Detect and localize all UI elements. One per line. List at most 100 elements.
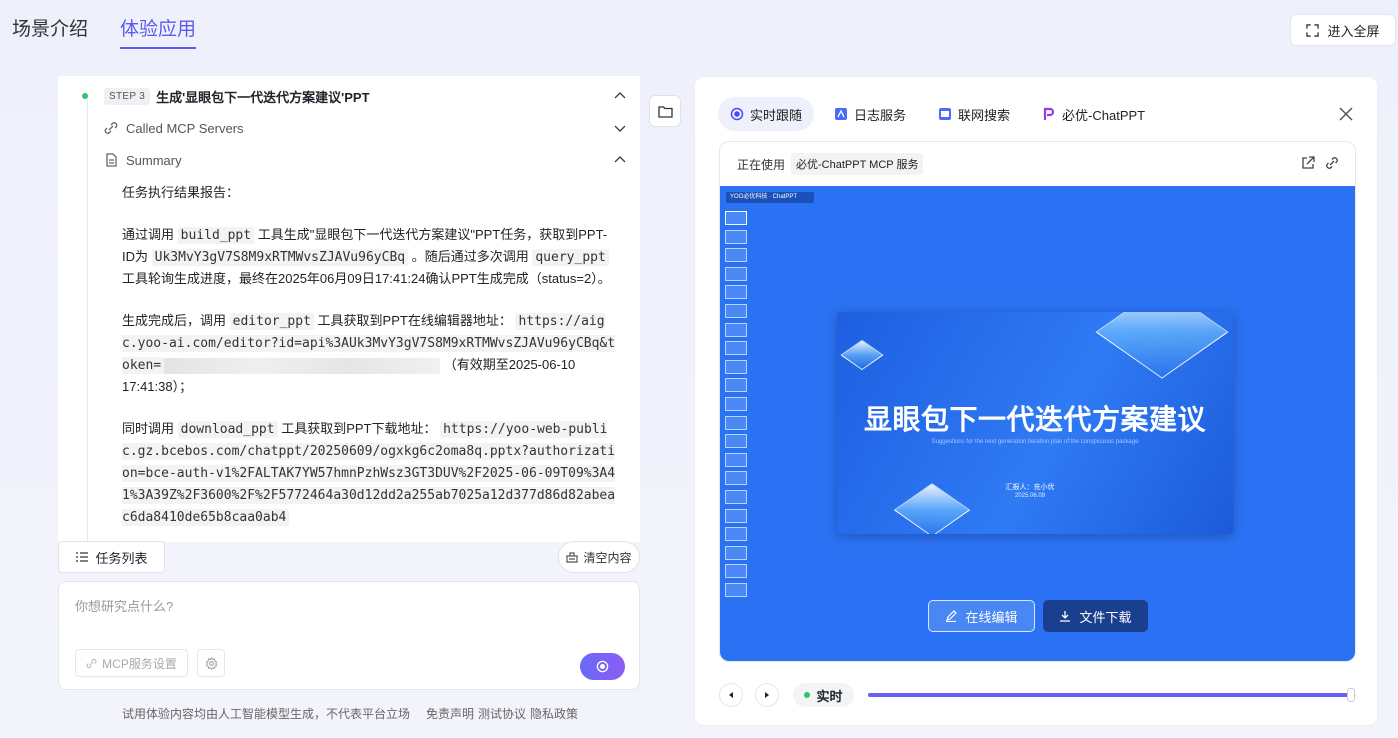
tab-label: 实时跟随: [750, 107, 803, 123]
external-link-icon[interactable]: [1301, 156, 1315, 170]
tab-label: 日志服务: [854, 107, 907, 123]
called-mcp-servers-row[interactable]: Called MCP Servers: [104, 118, 627, 138]
next-button[interactable]: [755, 683, 779, 707]
chevron-up-icon[interactable]: [613, 153, 627, 167]
link-plug-icon: [104, 122, 118, 134]
timeline-line: [87, 98, 88, 542]
prev-button[interactable]: [719, 683, 743, 707]
slide-thumbnail[interactable]: [725, 248, 747, 263]
summary-paragraph-1: 通过调用 build_ppt 工具生成"显眼包下一代迭代方案建议"PPT任务，获…: [122, 224, 620, 289]
fullscreen-icon: [1306, 23, 1320, 37]
live-badge[interactable]: 实时: [793, 683, 854, 707]
code-editor-ppt: editor_ppt: [229, 313, 314, 330]
document-icon: [106, 153, 117, 167]
step-header[interactable]: STEP 3 生成'显眼包下一代迭代方案建议'PPT: [82, 86, 627, 106]
ppt-viewer: 正在使用 必优-ChatPPT MCP 服务 YOO必优科技 · ChatPPT…: [719, 141, 1356, 662]
stop-circle-icon: [596, 660, 609, 673]
clear-content-label: 清空内容: [583, 550, 632, 565]
code-ppt-id: Uk3MvY3gV7S8M9xRTMWvsZJAVu96yCBq: [151, 249, 409, 266]
slide-thumbnail[interactable]: [725, 434, 747, 449]
link-plug-icon: [86, 658, 97, 668]
tab-log-service[interactable]: 日志服务: [822, 97, 918, 131]
slide-reporter: 汇报人：充小优: [1005, 484, 1055, 491]
online-edit-label: 在线编辑: [965, 609, 1018, 625]
text: 通过调用: [122, 227, 175, 242]
settings-button[interactable]: [197, 649, 225, 677]
slide-thumbnail[interactable]: [725, 527, 747, 542]
chevron-up-icon[interactable]: [613, 89, 627, 103]
tab-label: 联网搜索: [958, 107, 1011, 123]
slide-thumbnail[interactable]: [725, 303, 747, 318]
live-dot: [804, 692, 811, 698]
code-query-ppt: query_ppt: [532, 249, 609, 266]
viewer-actions: [1301, 156, 1339, 170]
folder-button[interactable]: [649, 95, 681, 127]
progress-fill: [868, 693, 1352, 697]
fullscreen-button[interactable]: 进入全屏: [1290, 14, 1396, 46]
slide-thumbnail[interactable]: [725, 471, 747, 486]
slide-thumbnail[interactable]: [725, 508, 747, 523]
send-button[interactable]: [580, 653, 625, 680]
text: 工具获取到PPT下载地址：: [281, 421, 437, 436]
pencil-icon: [946, 610, 958, 622]
online-edit-button[interactable]: 在线编辑: [928, 600, 1035, 632]
masked-token: [164, 357, 441, 374]
conversation-panel[interactable]: STEP 3 生成'显眼包下一代迭代方案建议'PPT Called MCP Se…: [58, 76, 640, 542]
slide-date: 2025.06.09: [1014, 493, 1046, 499]
triangle-left-icon: [729, 692, 733, 698]
slide-preview: 显眼包下一代迭代方案建议 Suggestions for the next ge…: [837, 312, 1233, 534]
tab-scene-intro[interactable]: 场景介绍: [12, 14, 88, 47]
slide-thumbnail[interactable]: [725, 396, 747, 411]
slide-thumbnails: [725, 211, 747, 601]
clear-content-button[interactable]: 清空内容: [558, 541, 640, 573]
disclaimer: 试用体验内容均由人工智能模型生成，不代表平台立场 免责声明 测试协议 隐私政策: [122, 705, 578, 722]
link-privacy-policy[interactable]: 隐私政策: [530, 705, 578, 722]
viewer-header: 正在使用 必优-ChatPPT MCP 服务: [720, 142, 1355, 186]
tab-chatppt[interactable]: 必优-ChatPPT: [1030, 97, 1157, 131]
triangle-right-icon: [765, 692, 769, 698]
slide-thumbnail[interactable]: [725, 415, 747, 430]
using-label: 正在使用: [737, 157, 786, 172]
link-disclaimer[interactable]: 免责声明: [426, 705, 474, 722]
summary-row[interactable]: Summary: [104, 150, 627, 170]
summary-paragraph-2: 生成完成后，调用 editor_ppt 工具获取到PPT在线编辑器地址： htt…: [122, 310, 620, 397]
slide-title: 显眼包下一代迭代方案建议: [863, 404, 1206, 435]
tab-label: 必优-ChatPPT: [1062, 107, 1146, 123]
ppt-stage: YOO必优科技 · ChatPPT 显眼包下一代迭代方案建议 Suggestio…: [720, 186, 1355, 661]
slide-thumbnail[interactable]: [725, 452, 747, 467]
slide-thumbnail[interactable]: [725, 322, 747, 337]
link-icon[interactable]: [1325, 156, 1339, 170]
fullscreen-label: 进入全屏: [1327, 23, 1380, 39]
slide-thumbnail[interactable]: [725, 266, 747, 281]
slide-thumbnail[interactable]: [725, 582, 747, 597]
slide-thumbnail[interactable]: [725, 211, 747, 225]
link-test-agreement[interactable]: 测试协议: [478, 705, 526, 722]
target-icon: [730, 107, 744, 121]
download-icon: [1060, 611, 1071, 622]
slide-thumbnail[interactable]: [725, 545, 747, 560]
progress-handle[interactable]: [1347, 688, 1356, 702]
slide-thumbnail[interactable]: [725, 285, 747, 300]
slide-thumbnail[interactable]: [725, 564, 747, 579]
slide-thumbnail[interactable]: [725, 229, 747, 244]
mcp-settings-button[interactable]: MCP服务设置: [75, 649, 188, 677]
live-label: 实时: [816, 688, 843, 704]
slide-thumbnail[interactable]: [725, 359, 747, 374]
slide-thumbnail[interactable]: [725, 341, 747, 356]
file-download-button[interactable]: 文件下载: [1043, 600, 1148, 632]
summary-paragraph-3: 同时调用 download_ppt 工具获取到PPT下载地址： https://…: [122, 418, 620, 528]
slide-thumbnail[interactable]: [725, 378, 747, 393]
chatppt-brand-bar: YOO必优科技 · ChatPPT: [726, 192, 814, 203]
service-tag: 必优-ChatPPT MCP 服务: [791, 153, 924, 175]
tab-web-search[interactable]: 联网搜索: [926, 97, 1022, 131]
research-input[interactable]: [75, 596, 615, 636]
cube-decoration: [1095, 312, 1229, 379]
chevron-down-icon[interactable]: [613, 121, 627, 135]
close-icon[interactable]: [1338, 106, 1354, 122]
task-list-button[interactable]: 任务列表: [58, 541, 165, 573]
timeline-progress[interactable]: [868, 688, 1356, 702]
tab-live-follow[interactable]: 实时跟随: [718, 97, 815, 131]
slide-thumbnail[interactable]: [725, 489, 747, 504]
chatppt-logo-icon: [1043, 107, 1055, 120]
tab-experience-app[interactable]: 体验应用: [120, 14, 197, 49]
